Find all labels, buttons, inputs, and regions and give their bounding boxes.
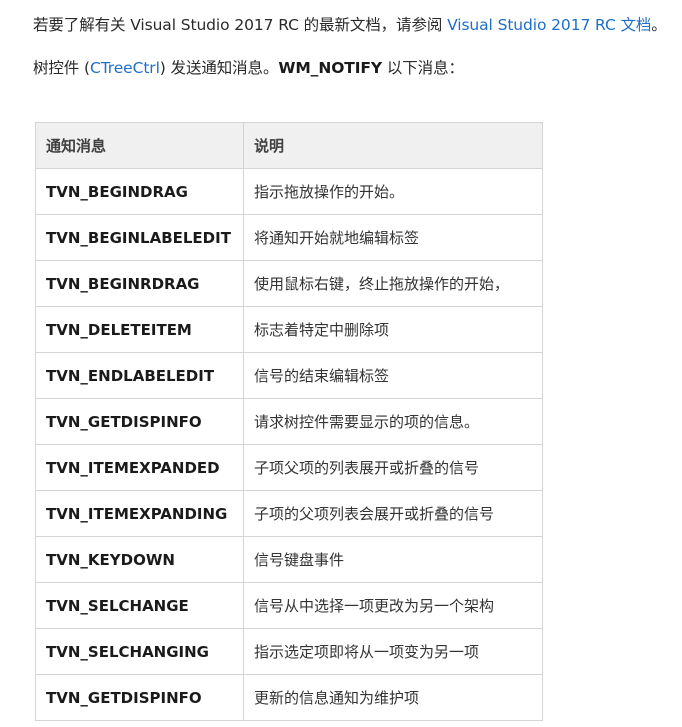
table-row: TVN_SELCHANGING 指示选定项即将从一项变为另一项 [35,628,543,675]
message-name-cell: TVN_SELCHANGE [35,582,244,629]
intro-text: ) 发送通知消息。 [159,59,279,77]
table-row: TVN_ITEMEXPANDED 子项父项的列表展开或折叠的信号 [35,444,543,491]
table-row: TVN_SELCHANGE 信号从中选择一项更改为另一个架构 [35,582,543,629]
table-row: TVN_BEGINRDRAG 使用鼠标右键，终止拖放操作的开始， [35,260,543,307]
message-name-cell: TVN_BEGINLABELEDIT [35,214,244,261]
message-description-cell: 更新的信息通知为维护项 [243,674,543,721]
message-description-cell: 信号键盘事件 [243,536,543,583]
intro-punct: 。 [651,16,667,34]
vs2017-docs-link[interactable]: Visual Studio 2017 RC 文档 [447,16,651,34]
message-description-cell: 指示拖放操作的开始。 [243,168,543,215]
table-row: TVN_DELETEITEM 标志着特定中删除项 [35,306,543,353]
message-description-cell: 信号从中选择一项更改为另一个架构 [243,582,543,629]
table-row: TVN_ENDLABELEDIT 信号的结束编辑标签 [35,352,543,399]
table-row: TVN_ITEMEXPANDING 子项的父项列表会展开或折叠的信号 [35,490,543,537]
intro-text: 以下消息： [382,59,464,77]
column-header-description: 说明 [243,122,543,169]
message-name-cell: TVN_GETDISPINFO [35,398,244,445]
table-row: TVN_GETDISPINFO 更新的信息通知为维护项 [35,674,543,721]
message-name-cell: TVN_ITEMEXPANDED [35,444,244,491]
message-description-cell: 请求树控件需要显示的项的信息。 [243,398,543,445]
wm-notify-label: WM_NOTIFY [278,59,383,77]
message-name-cell: TVN_GETDISPINFO [35,674,244,721]
message-name-cell: TVN_ENDLABELEDIT [35,352,244,399]
table-row: TVN_BEGINDRAG 指示拖放操作的开始。 [35,168,543,215]
message-name-cell: TVN_BEGINDRAG [35,168,244,215]
message-name-cell: TVN_KEYDOWN [35,536,244,583]
message-description-cell: 信号的结束编辑标签 [243,352,543,399]
message-description-cell: 标志着特定中删除项 [243,306,543,353]
intro-text: 若要了解有关 Visual Studio 2017 RC 的最新文档，请参阅 [33,16,448,34]
ctreectrl-link[interactable]: CTreeCtrl [90,59,160,77]
table-row: TVN_KEYDOWN 信号键盘事件 [35,536,543,583]
intro-paragraph-2: 树控件 (CTreeCtrl) 发送通知消息。WM_NOTIFY 以下消息： [33,57,464,79]
message-description-cell: 子项父项的列表展开或折叠的信号 [243,444,543,491]
message-name-cell: TVN_BEGINRDRAG [35,260,244,307]
message-description-cell: 子项的父项列表会展开或折叠的信号 [243,490,543,537]
message-name-cell: TVN_ITEMEXPANDING [35,490,244,537]
notification-messages-table: 通知消息 说明 TVN_BEGINDRAG 指示拖放操作的开始。 TVN_BEGIN… [35,122,543,721]
intro-paragraph-1: 若要了解有关 Visual Studio 2017 RC 的最新文档，请参阅 V… [33,14,667,36]
message-name-cell: TVN_SELCHANGING [35,628,244,675]
table-row: TVN_BEGINLABELEDIT 将通知开始就地编辑标签 [35,214,543,261]
intro-text: 树控件 ( [33,59,90,77]
message-description-cell: 使用鼠标右键，终止拖放操作的开始， [243,260,543,307]
column-header-message: 通知消息 [35,122,244,169]
table-header-row: 通知消息 说明 [35,122,543,169]
message-description-cell: 将通知开始就地编辑标签 [243,214,543,261]
table-row: TVN_GETDISPINFO 请求树控件需要显示的项的信息。 [35,398,543,445]
message-description-cell: 指示选定项即将从一项变为另一项 [243,628,543,675]
message-name-cell: TVN_DELETEITEM [35,306,244,353]
